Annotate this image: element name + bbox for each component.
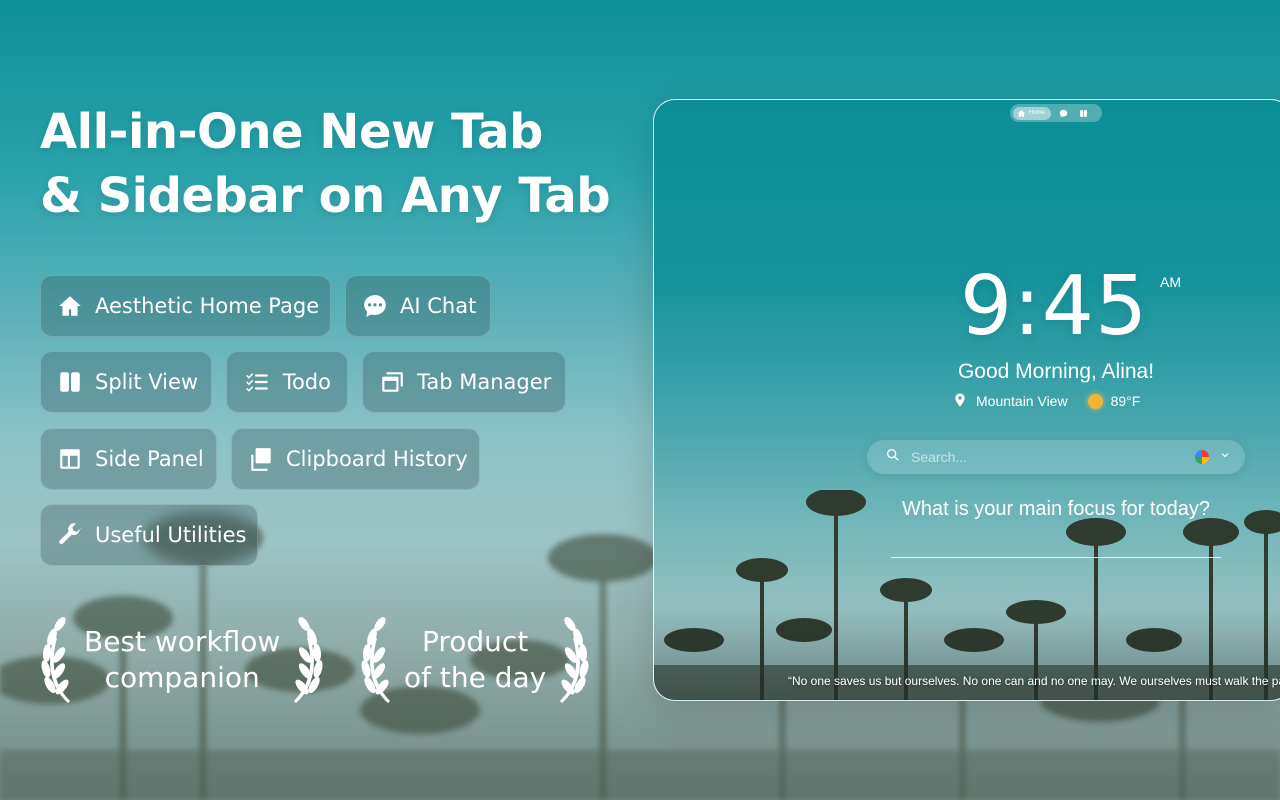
award-product-of-the-day: Product of the day bbox=[360, 612, 590, 708]
search-icon bbox=[885, 447, 901, 468]
feature-split-view[interactable]: Split View bbox=[40, 351, 212, 413]
headline-line-2: & Sidebar on Any Tab bbox=[40, 168, 611, 224]
wrench-icon bbox=[57, 521, 83, 549]
headline-line-1: All-in-One New Tab bbox=[40, 104, 543, 160]
weather-widget: Mountain View 89°F bbox=[952, 390, 1140, 412]
feature-label: Aesthetic Home Page bbox=[95, 294, 320, 318]
preview-top-toolbar: Home bbox=[1010, 104, 1102, 122]
feature-ai-chat[interactable]: AI Chat bbox=[345, 275, 491, 337]
feature-clipboard-history[interactable]: Clipboard History bbox=[231, 428, 480, 490]
search-engine-icon[interactable] bbox=[1195, 450, 1209, 464]
tabs-icon bbox=[379, 368, 405, 396]
greeting: Good Morning, Alina! bbox=[957, 360, 1155, 383]
chat-bubble-icon bbox=[362, 292, 388, 320]
feature-label: Clipboard History bbox=[286, 447, 468, 471]
laurel-right-icon bbox=[284, 615, 324, 705]
search-bar bbox=[867, 440, 1245, 474]
feature-side-panel[interactable]: Side Panel bbox=[40, 428, 217, 490]
chat-bubble-icon bbox=[1059, 109, 1067, 117]
feature-label: Todo bbox=[282, 370, 331, 394]
weather-location: Mountain View bbox=[976, 393, 1068, 409]
weather-temperature: 89°F bbox=[1110, 393, 1141, 409]
home-icon bbox=[1017, 109, 1026, 117]
award-best-workflow-companion: Best workflow companion bbox=[40, 612, 324, 708]
feature-todo[interactable]: Todo bbox=[226, 351, 348, 413]
sun-icon bbox=[1087, 393, 1103, 409]
search-input[interactable] bbox=[911, 449, 1185, 465]
side-panel-icon bbox=[57, 445, 83, 473]
preview-home-tab[interactable]: Home bbox=[1013, 106, 1052, 120]
feature-label: Tab Manager bbox=[417, 370, 552, 394]
feature-useful-utilities[interactable]: Useful Utilities bbox=[40, 504, 258, 566]
laurel-left-icon bbox=[360, 615, 400, 705]
laurel-right-icon bbox=[550, 615, 590, 705]
feature-label: AI Chat bbox=[400, 294, 477, 318]
award-line-2: of the day bbox=[404, 661, 547, 694]
preview-split-view-button[interactable] bbox=[1075, 107, 1091, 120]
laurel-left-icon bbox=[40, 615, 80, 705]
new-tab-preview-window: Home 9:45 AM Good Morning, Alina! Mounta… bbox=[653, 99, 1280, 701]
preview-chat-button[interactable] bbox=[1055, 107, 1071, 120]
location-pin-icon bbox=[952, 392, 968, 411]
home-icon bbox=[57, 292, 83, 320]
award-line-2: companion bbox=[104, 661, 260, 694]
award-line-1: Product bbox=[421, 625, 529, 658]
award-line-1: Best workflow bbox=[84, 625, 281, 658]
split-view-icon bbox=[1079, 109, 1087, 117]
feature-label: Split View bbox=[95, 370, 199, 394]
feature-aesthetic-home-page[interactable]: Aesthetic Home Page bbox=[40, 275, 331, 337]
award-text: Product of the day bbox=[400, 624, 550, 696]
clock-time: 9:45 bbox=[960, 259, 1149, 354]
clock-ampm: AM bbox=[1160, 274, 1181, 290]
checklist-icon bbox=[243, 368, 271, 396]
focus-input[interactable] bbox=[891, 534, 1221, 558]
feature-tab-manager[interactable]: Tab Manager bbox=[362, 351, 566, 413]
award-text: Best workflow companion bbox=[80, 624, 284, 696]
focus-question: What is your main focus for today? bbox=[902, 498, 1210, 520]
feature-label: Side Panel bbox=[95, 447, 204, 471]
clipboard-icon bbox=[248, 445, 274, 473]
quote-text: “No one saves us but ourselves. No one c… bbox=[788, 674, 1280, 688]
split-view-icon bbox=[57, 368, 83, 396]
feature-label: Useful Utilities bbox=[95, 523, 247, 547]
chevron-down-icon[interactable] bbox=[1219, 448, 1231, 466]
headline: All-in-One New Tab & Sidebar on Any Tab bbox=[40, 100, 620, 228]
